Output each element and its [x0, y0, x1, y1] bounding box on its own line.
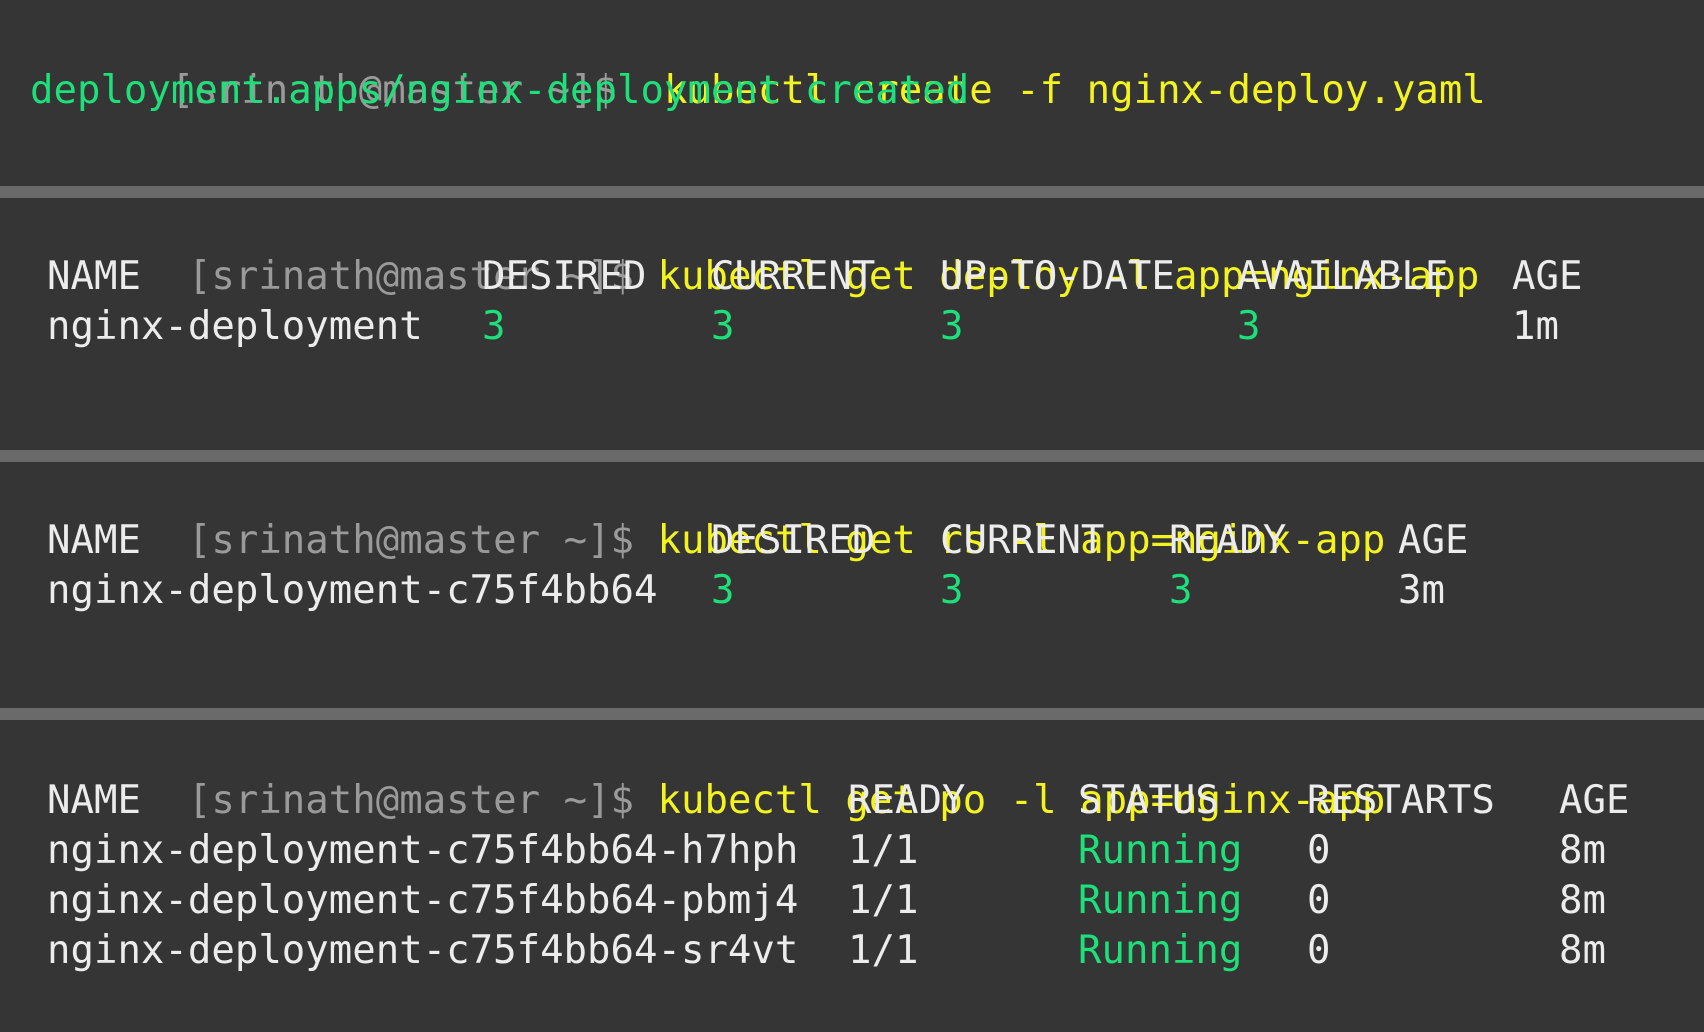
current-count: 3 — [711, 304, 735, 349]
command-line: [srinath@master ~]$ kubectl get po -l ap… — [47, 726, 1386, 823]
terminal-block-replicaset: [srinath@master ~]$ kubectl get rs -l ap… — [0, 462, 1704, 708]
ready-count: 3 — [1169, 568, 1193, 613]
age-value: 1m — [1512, 304, 1559, 349]
column-header: NAME — [47, 778, 141, 823]
age-value: 8m — [1559, 878, 1606, 923]
column-header: AGE — [1559, 778, 1630, 823]
table-row: nginx-deployment-c75f4bb64 3 3 3 3m — [0, 566, 1704, 616]
pod-name: nginx-deployment-c75f4bb64-h7hph — [47, 828, 799, 873]
ready-value: 1/1 — [848, 878, 919, 923]
desired-count: 3 — [482, 304, 506, 349]
replicaset-name: nginx-deployment-c75f4bb64 — [47, 568, 658, 613]
column-header: CURRENT — [711, 254, 876, 299]
up-to-date-count: 3 — [940, 304, 964, 349]
column-header: DESIRED — [711, 518, 876, 563]
restarts-value: 0 — [1307, 828, 1331, 873]
table-header: NAME DESIRED CURRENT UP-TO-DATE AVAILABL… — [0, 252, 1704, 302]
column-header: RESTARTS — [1307, 778, 1495, 823]
pod-name: nginx-deployment-c75f4bb64-sr4vt — [47, 928, 799, 973]
terminal-block-create: [srinath@master ~]$ kubectl create -f ng… — [0, 0, 1704, 186]
restarts-value: 0 — [1307, 878, 1331, 923]
status-badge: Running — [1078, 828, 1243, 873]
column-header: DESIRED — [482, 254, 647, 299]
table-row: nginx-deployment 3 3 3 3 1m — [0, 302, 1704, 352]
available-count: 3 — [1237, 304, 1261, 349]
table-row: nginx-deployment-c75f4bb64-pbmj4 1/1 Run… — [0, 876, 1704, 926]
table-header: NAME DESIRED CURRENT READY AGE — [0, 516, 1704, 566]
terminal-window: [srinath@master ~]$ kubectl create -f ng… — [0, 0, 1704, 1032]
status-badge: Running — [1078, 878, 1243, 923]
ready-value: 1/1 — [848, 828, 919, 873]
column-header: NAME — [47, 518, 141, 563]
column-header: READY — [1169, 518, 1287, 563]
command-line: [srinath@master ~]$ kubectl get deploy -… — [47, 202, 1479, 299]
desired-count: 3 — [711, 568, 735, 613]
command-line: [srinath@master ~]$ kubectl create -f ng… — [30, 16, 1486, 113]
command-output: deployment.apps/nginx-deployment created — [30, 68, 970, 113]
table-header: NAME READY STATUS RESTARTS AGE — [0, 776, 1704, 826]
table-row: nginx-deployment-c75f4bb64-sr4vt 1/1 Run… — [0, 926, 1704, 976]
column-header: AGE — [1398, 518, 1469, 563]
column-header: NAME — [47, 254, 141, 299]
deployment-name: nginx-deployment — [47, 304, 423, 349]
status-badge: Running — [1078, 928, 1243, 973]
age-value: 8m — [1559, 828, 1606, 873]
column-header: READY — [848, 778, 966, 823]
ready-value: 1/1 — [848, 928, 919, 973]
terminal-block-deploy: [srinath@master ~]$ kubectl get deploy -… — [0, 198, 1704, 450]
pod-name: nginx-deployment-c75f4bb64-pbmj4 — [47, 878, 799, 923]
column-header: CURRENT — [940, 518, 1105, 563]
current-count: 3 — [940, 568, 964, 613]
terminal-block-pods: [srinath@master ~]$ kubectl get po -l ap… — [0, 720, 1704, 1032]
column-header: STATUS — [1078, 778, 1219, 823]
age-value: 8m — [1559, 928, 1606, 973]
column-header: UP-TO-DATE — [940, 254, 1175, 299]
restarts-value: 0 — [1307, 928, 1331, 973]
column-header: AGE — [1512, 254, 1583, 299]
command-line: [srinath@master ~]$ kubectl get rs -l ap… — [47, 466, 1386, 563]
table-row: nginx-deployment-c75f4bb64-h7hph 1/1 Run… — [0, 826, 1704, 876]
column-header: AVAILABLE — [1237, 254, 1449, 299]
age-value: 3m — [1398, 568, 1445, 613]
